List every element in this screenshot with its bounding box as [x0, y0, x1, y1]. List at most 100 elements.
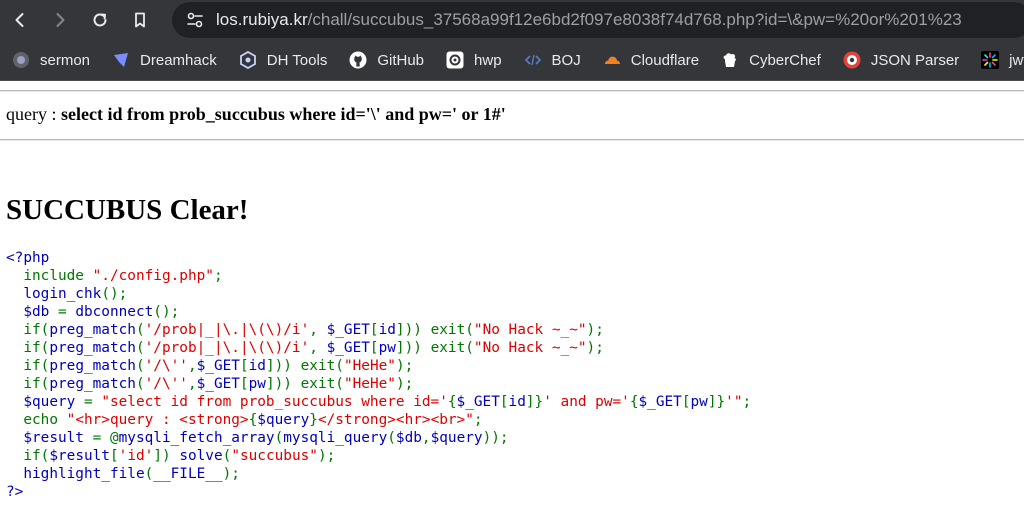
cloudflare-icon: [603, 51, 621, 69]
code-token: {: [248, 412, 258, 428]
code-line: $db = dbconnect();: [6, 303, 751, 321]
divider-top: [0, 90, 1024, 92]
code-token: 'id': [118, 448, 154, 464]
code-token: $query: [257, 412, 310, 428]
code-token: '": [725, 394, 743, 410]
code-token: echo: [6, 412, 67, 428]
code-token: "<hr>query : <strong>: [66, 412, 249, 428]
code-line: ?>: [6, 483, 751, 501]
bookmark-dh-tools[interactable]: DH Tools: [227, 40, 338, 80]
site-settings-icon[interactable]: [186, 11, 204, 29]
query-text: select id from prob_succubus where id='\…: [60, 104, 506, 124]
json-parser-icon: [843, 51, 861, 69]
query-line: query : select id from prob_succubus whe…: [6, 104, 506, 125]
code-token: $_GET: [326, 340, 370, 356]
code-token: ]): [153, 448, 180, 464]
code-token: ;: [213, 268, 223, 284]
dhtools-icon: [239, 51, 257, 69]
code-line: if(preg_match('/prob|_|\.|\(\)/i', $_GET…: [6, 321, 751, 339]
code-line: $result = @mysqli_fetch_array(mysqli_que…: [6, 429, 751, 447]
bookmark-label: hwp: [474, 51, 502, 69]
code-token: "./config.php": [92, 268, 214, 284]
bookmark-sermon[interactable]: sermon: [0, 40, 100, 80]
bookmark-label: DH Tools: [266, 51, 328, 69]
code-token: ]}: [707, 394, 726, 410]
code-line: if(preg_match('/prob|_|\.|\(\)/i', $_GET…: [6, 339, 751, 357]
url-text[interactable]: los.rubiya.kr/chall/succubus_37568a99f12…: [216, 10, 962, 30]
code-token: =: [83, 394, 102, 410]
bookmark-label: Cloudflare: [630, 51, 700, 69]
reload-button[interactable]: [80, 0, 120, 40]
code-token: ])) exit(: [265, 376, 344, 392]
bookmark-github[interactable]: GitHub: [337, 40, 434, 80]
code-token: ])) exit(: [265, 358, 344, 374]
hwp-icon: [446, 51, 464, 69]
code-token: [: [499, 394, 509, 410]
code-token: ,: [421, 430, 431, 446]
code-token: ,: [309, 322, 327, 338]
bookmark-boj[interactable]: BOJ: [512, 40, 591, 80]
code-token: );: [395, 376, 414, 392]
code-token: preg_match: [49, 358, 136, 374]
code-token: $db: [6, 304, 58, 320]
code-token: $result: [49, 448, 110, 464]
code-token: id: [248, 358, 266, 374]
sermon-icon: [12, 51, 30, 69]
bookmark-label: jwt.io: [1009, 51, 1024, 69]
bookmark-label: GitHub: [377, 51, 425, 69]
bookmark-cyberchef[interactable]: CyberChef: [709, 40, 831, 80]
code-token: ?>: [6, 484, 24, 500]
code-token: $_GET: [456, 394, 500, 410]
code-line: <?php: [6, 249, 751, 267]
bookmark-dreamhack[interactable]: Dreamhack: [100, 40, 227, 80]
back-button[interactable]: [0, 0, 40, 40]
forward-button[interactable]: [40, 0, 80, 40]
code-token: mysqli_query: [283, 430, 388, 446]
code-token: ])) exit(: [395, 340, 474, 356]
bookmark-icon: [135, 12, 145, 28]
code-line: include "./config.php";: [6, 267, 751, 285]
code-token: preg_match: [49, 376, 136, 392]
code-token: (: [135, 340, 145, 356]
code-token: ])) exit(: [395, 322, 474, 338]
code-token: (: [144, 466, 154, 482]
boj-icon: [524, 51, 542, 69]
code-line: if(preg_match('/\'',$_GET[pw])) exit("He…: [6, 375, 751, 393]
code-token: '/prob|_|\.|\(\)/i': [144, 340, 310, 356]
code-token: dbconnect: [75, 304, 154, 320]
code-token: ,: [309, 340, 327, 356]
code-token: if(: [6, 322, 50, 338]
bookmark-label: Dreamhack: [140, 51, 217, 69]
bookmark-cloudflare[interactable]: Cloudflare: [591, 40, 709, 80]
code-token: id: [508, 394, 526, 410]
code-token: $_GET: [326, 322, 370, 338]
code-token: __FILE__: [153, 466, 223, 482]
code-token: );: [395, 358, 414, 374]
code-token: $query: [6, 394, 84, 410]
bookmark-json-parser[interactable]: JSON Parser: [831, 40, 969, 80]
url-host: los.rubiya.kr: [216, 10, 308, 29]
divider-bottom: [0, 139, 1024, 141]
code-token: [: [109, 448, 119, 464]
code-line: login_chk();: [6, 285, 751, 303]
code-token: $query: [430, 430, 483, 446]
bookmark-button[interactable]: [120, 0, 160, 40]
code-token: if(: [6, 340, 50, 356]
code-token: id: [378, 322, 396, 338]
code-token: '/prob|_|\.|\(\)/i': [144, 322, 310, 338]
bookmark-hwp[interactable]: hwp: [434, 40, 512, 80]
code-token: =: [57, 304, 76, 320]
forward-icon: [56, 13, 65, 27]
code-token: if(: [6, 448, 50, 464]
bookmark-jwt[interactable]: jwt.io: [969, 40, 1024, 80]
code-token: ,: [187, 358, 197, 374]
code-token: ]}: [525, 394, 544, 410]
code-token: "No Hack ~_~": [473, 322, 587, 338]
bookmark-label: JSON Parser: [870, 51, 960, 69]
code-token: ;: [473, 412, 483, 428]
code-token: ));: [482, 430, 509, 446]
jwt-icon: [981, 51, 1000, 69]
address-bar[interactable]: los.rubiya.kr/chall/succubus_37568a99f12…: [172, 2, 1024, 38]
browser-toolbar: los.rubiya.kr/chall/succubus_37568a99f12…: [0, 0, 1024, 40]
code-token: $_GET: [196, 376, 240, 392]
